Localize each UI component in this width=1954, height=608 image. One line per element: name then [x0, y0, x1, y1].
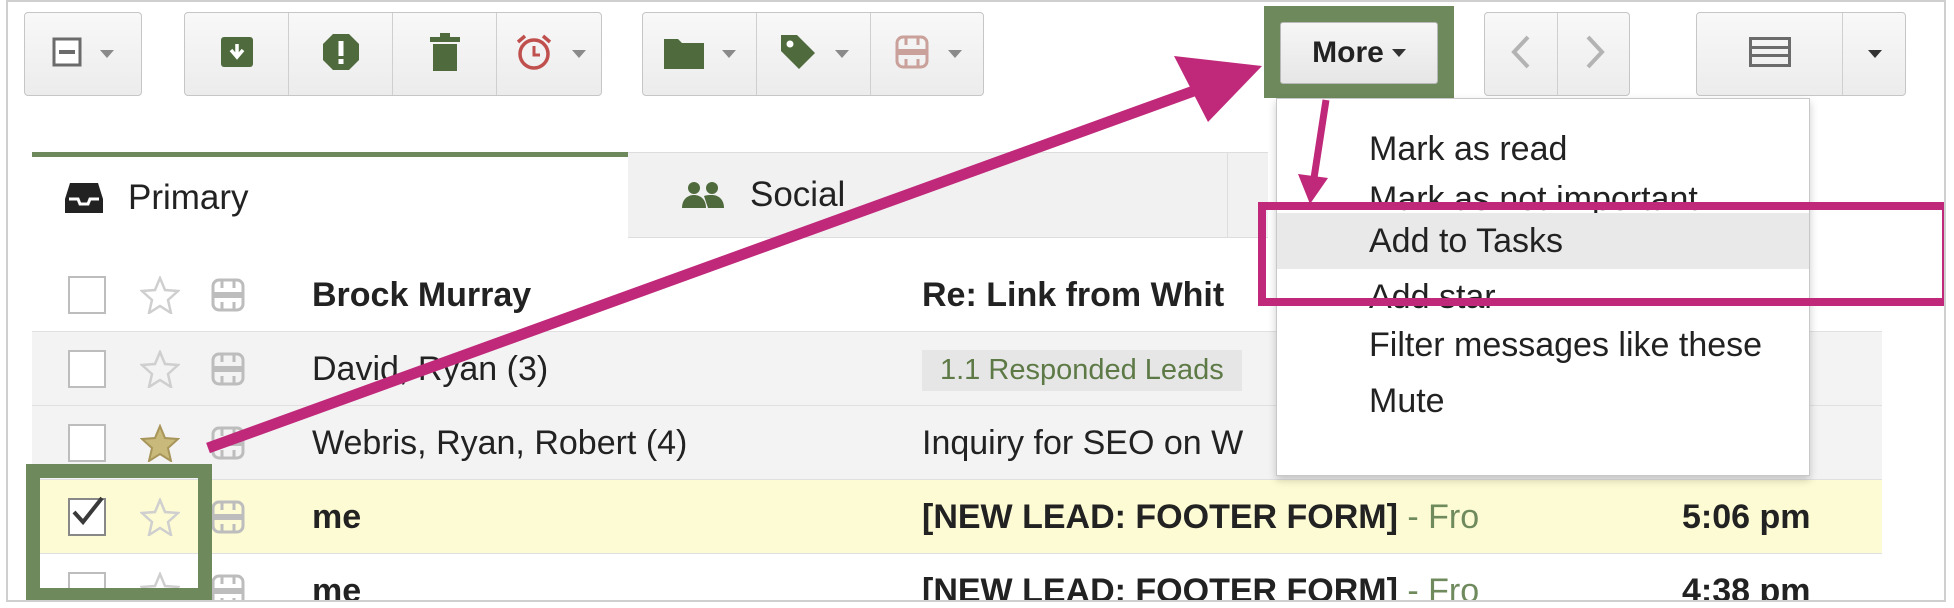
- arrow-checkbox-to-more: [206, 56, 1262, 454]
- arrow-more-to-add-tasks: [1298, 99, 1330, 204]
- annotation-arrows: [206, 56, 1330, 454]
- gmail-window: More Primary Social Brock Murray Re: Lin…: [6, 0, 1946, 602]
